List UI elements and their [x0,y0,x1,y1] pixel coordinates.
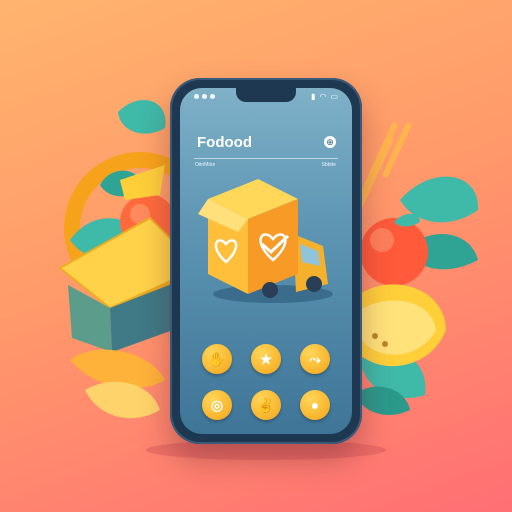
wifi-icon: ◠ [319,92,327,101]
apple-highlight [370,228,394,252]
share-icon[interactable]: ⤳ [300,344,330,374]
subtitle-right: Sbbtte [321,162,336,168]
star-icon[interactable]: ★ [251,344,281,374]
paper-icon [120,165,165,200]
subtitle-left: OitriMitre [195,162,216,168]
status-dot-icon [210,94,215,99]
battery-icon: ▭ [330,92,338,101]
target-icon[interactable]: ◎ [202,390,232,420]
apple-leaf-icon [394,213,420,227]
hand-wave-icon[interactable]: ✋ [202,344,232,374]
app-title: Fodood [197,134,252,151]
globe-icon[interactable]: ⊕ [324,136,336,148]
apple-icon [360,218,428,286]
hands-icon[interactable]: ✌ [251,390,281,420]
leaf-icon [118,100,166,134]
feature-icon-grid: ✋ ★ ⤳ ◎ ✌ ● [202,344,330,420]
phone-notch [236,88,296,102]
mango-seed [382,341,388,347]
status-dots [194,94,215,99]
wheel-icon [262,282,278,298]
smartphone: ▮ ◠ ▭ Fodood ⊕ OitriMitre Sbbtte ✋ ★ ⤳ ◎… [170,78,362,444]
status-dot-icon [202,94,207,99]
mango-seed [372,333,378,339]
cookie-icon[interactable]: ● [300,390,330,420]
delivery-truck-icon [198,179,333,303]
wheel-icon [306,276,322,292]
status-dot-icon [194,94,199,99]
mango-icon [85,381,160,419]
signal-icon: ▮ [311,92,316,101]
phone-screen: ▮ ◠ ▭ Fodood ⊕ OitriMitre Sbbtte ✋ ★ ⤳ ◎… [180,88,352,434]
status-indicators: ▮ ◠ ▭ [311,92,338,101]
header-divider [194,158,338,159]
